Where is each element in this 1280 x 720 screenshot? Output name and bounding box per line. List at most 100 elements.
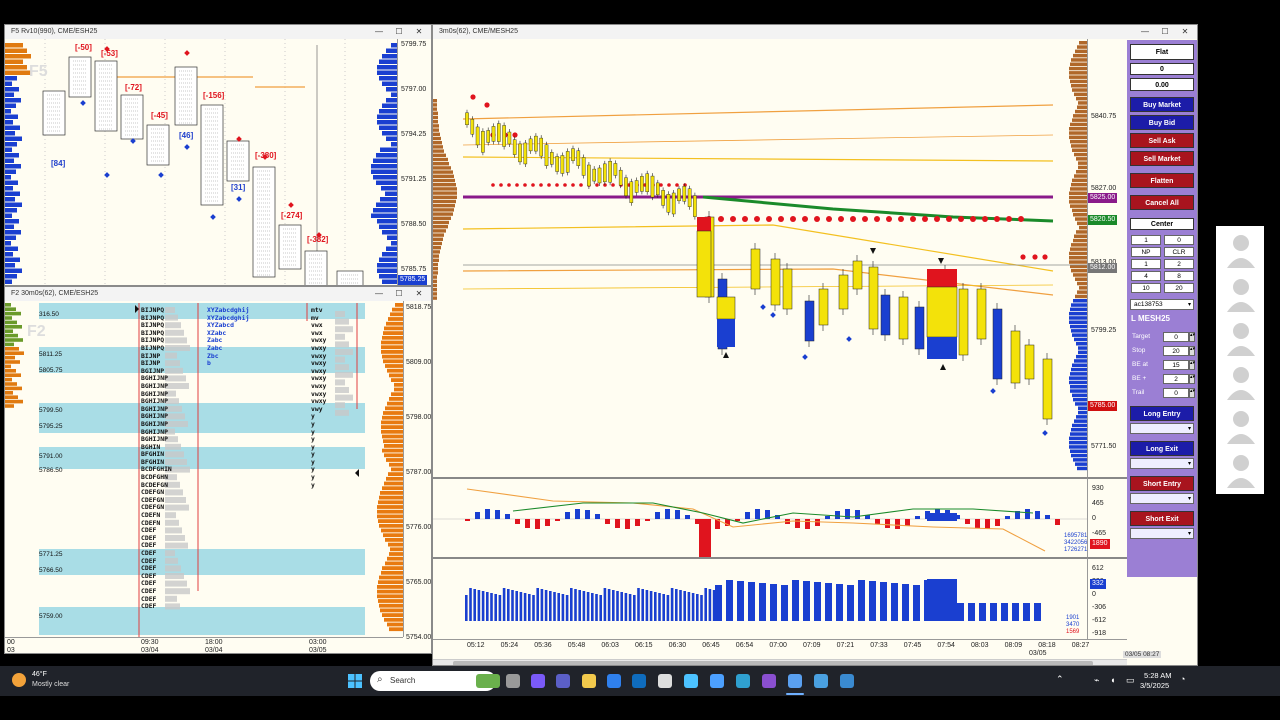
- quantity-grid-cell[interactable]: 8: [1164, 271, 1194, 281]
- volume-icon[interactable]: ◖: [1110, 675, 1115, 685]
- quantity-grid-cell[interactable]: NP: [1131, 247, 1161, 257]
- maximize-icon[interactable]: ☐: [391, 287, 407, 301]
- trading-app-icon[interactable]: [840, 674, 854, 688]
- field-input-target[interactable]: 0: [1163, 332, 1189, 342]
- horizontal-scrollbar[interactable]: [433, 659, 1127, 665]
- quantity-grid-cell[interactable]: CLR: [1164, 247, 1194, 257]
- delta-axis[interactable]: 930 465 0 -465 1695781 3422056 1726271 1890: [1064, 477, 1127, 557]
- order-type-select[interactable]: ▾: [1130, 528, 1194, 539]
- price-axis[interactable]: 5799.75 5797.00 5794.25 5791.25 5788.50 5785.…: [397, 39, 431, 285]
- minimize-icon[interactable]: —: [1137, 25, 1153, 39]
- account-select[interactable]: ac138753 ▾: [1130, 299, 1194, 310]
- main-price-axis[interactable]: 5840.755827.005813.005799.255771.505825.…: [1087, 39, 1127, 477]
- order-type-select[interactable]: ▾: [1130, 423, 1194, 434]
- weather-temp[interactable]: 46°F: [32, 671, 47, 678]
- order-type-select[interactable]: ▾: [1130, 458, 1194, 469]
- notification-bell-icon[interactable]: ◔: [1180, 674, 1185, 684]
- maximize-icon[interactable]: ☐: [1157, 25, 1173, 39]
- panel-button-flatten[interactable]: Flatten: [1130, 173, 1194, 188]
- visual-studio-icon[interactable]: [762, 674, 776, 688]
- panel-button-cancel-all[interactable]: Cancel All: [1130, 195, 1194, 210]
- weather-desc[interactable]: Mostly clear: [32, 681, 69, 688]
- main-time-axis[interactable]: 05:12 05:24 05:36 05:48 06:03 06:15 06:30 06:45…: [433, 639, 1127, 659]
- panel-button-sell-market[interactable]: Sell Market: [1130, 151, 1194, 166]
- volume-axis[interactable]: 6123060-306-612-918190134701569332: [1066, 557, 1127, 639]
- volume-profile-bar: [373, 208, 397, 213]
- tpo-time-label: 09:30: [141, 639, 159, 646]
- field-input-be[interactable]: 2: [1163, 374, 1189, 384]
- center-button[interactable]: Center: [1130, 218, 1194, 230]
- signal-dot: [531, 183, 535, 187]
- minimize-icon[interactable]: —: [371, 287, 387, 301]
- outlook-icon[interactable]: [632, 674, 646, 688]
- panel-button-short-entry[interactable]: Short Entry: [1130, 476, 1194, 491]
- active-app-icon[interactable]: [788, 674, 802, 688]
- start-button-windows-icon[interactable]: [348, 674, 362, 688]
- field-input-trail[interactable]: 0: [1163, 388, 1189, 398]
- volume-panel[interactable]: [433, 557, 1087, 639]
- tray-overflow-chevron-icon[interactable]: ⌃: [1056, 674, 1064, 685]
- position-status: Flat: [1130, 44, 1194, 60]
- landscape-icon[interactable]: [476, 674, 500, 688]
- tpo-price-axis[interactable]: 5818.75 5809.00 5798.00 5787.00 5776.00 5765.…: [403, 301, 431, 641]
- footprint-window-title[interactable]: F5 Rv10(990), CME/ESH25: [5, 25, 431, 39]
- quantity-grid-cell[interactable]: 4: [1131, 271, 1161, 281]
- stepper-chevron-icon[interactable]: ▴▾: [1189, 332, 1195, 342]
- quantity-grid-cell[interactable]: 1: [1131, 259, 1161, 269]
- remote-desktop-icon[interactable]: [814, 674, 828, 688]
- edge-copilot-icon[interactable]: [684, 674, 698, 688]
- footprint-chart-area[interactable]: F5 [84] [-50] [-53] [-72] [-45] [46] [-156] [31…: [5, 39, 397, 285]
- panel-button-sell-ask[interactable]: Sell Ask: [1130, 133, 1194, 148]
- main-chart-window[interactable]: 3m0s(62), CME/MESH25 — ☐ ✕ 5840.75 5827.0…: [432, 24, 1198, 666]
- teams-icon[interactable]: [556, 674, 570, 688]
- session-profile-bar: [1072, 118, 1087, 122]
- order-type-select[interactable]: ▾: [1130, 493, 1194, 504]
- delta-panel[interactable]: [433, 477, 1087, 557]
- trade-control-panel[interactable]: Flat 0 0.00 Buy Market Buy Bid Sell Ask Sel…: [1127, 40, 1197, 577]
- delta-bar: [985, 519, 990, 529]
- panel-button-short-exit[interactable]: Short Exit: [1130, 511, 1194, 526]
- battery-icon[interactable]: ▭: [1126, 675, 1135, 686]
- network-icon[interactable]: ⌁: [1094, 675, 1099, 686]
- quantity-grid-cell[interactable]: 20: [1164, 283, 1194, 293]
- close-icon[interactable]: ✕: [411, 287, 427, 301]
- file-explorer-icon[interactable]: [582, 674, 596, 688]
- weather-icon[interactable]: [12, 673, 26, 687]
- maximize-icon[interactable]: ☐: [391, 25, 407, 39]
- field-input-stop[interactable]: 20: [1163, 346, 1189, 356]
- footprint-window[interactable]: F5 Rv10(990), CME/ESH25 — ☐ ✕ F5 [84] [-5…: [4, 24, 432, 286]
- quantity-grid-cell[interactable]: 1: [1131, 235, 1161, 245]
- close-icon[interactable]: ✕: [1177, 25, 1193, 39]
- tpo-profile-bar: [5, 307, 16, 311]
- task-view-icon[interactable]: [506, 674, 520, 688]
- panel-button-buy-bid[interactable]: Buy Bid: [1130, 115, 1194, 130]
- minimize-icon[interactable]: —: [371, 25, 387, 39]
- price-chart-area[interactable]: [433, 39, 1087, 477]
- close-icon[interactable]: ✕: [411, 25, 427, 39]
- clock-time[interactable]: 5:28 AM: [1144, 671, 1172, 680]
- stepper-chevron-icon[interactable]: ▴▾: [1189, 374, 1195, 384]
- quantity-grid-cell[interactable]: 2: [1164, 259, 1194, 269]
- clock-date[interactable]: 3/5/2025: [1140, 681, 1169, 690]
- tpo-chart-area[interactable]: F2 BIJNPQ BIJNPQ BIJNPQ BIJNPQ BIJNPQ BI…: [5, 301, 403, 637]
- panel-button-long-exit[interactable]: Long Exit: [1130, 441, 1194, 456]
- stepper-chevron-icon[interactable]: ▴▾: [1189, 388, 1195, 398]
- tpo-time-axis[interactable]: 00 03 09:30 03/04 18:00 03/04 03:00 03/05: [5, 637, 403, 653]
- field-input-beat[interactable]: 15: [1163, 360, 1189, 370]
- quantity-grid-cell[interactable]: 0: [1164, 235, 1194, 245]
- photos-icon[interactable]: [710, 674, 724, 688]
- mail-icon[interactable]: [607, 674, 621, 688]
- stepper-chevron-icon[interactable]: ▴▾: [1189, 346, 1195, 356]
- volume-profile-bar: [380, 147, 397, 152]
- edge-icon[interactable]: [736, 674, 750, 688]
- tpo-volume-bar: [335, 326, 353, 333]
- main-window-title[interactable]: 3m0s(62), CME/MESH25: [433, 25, 1197, 39]
- quantity-grid-cell[interactable]: 10: [1131, 283, 1161, 293]
- stepper-chevron-icon[interactable]: ▴▾: [1189, 360, 1195, 370]
- tpo-window[interactable]: F2 30m0s(62), CME/ESH25 — ☐ ✕ F2 BIJNPQ …: [4, 286, 432, 654]
- panel-button-long-entry[interactable]: Long Entry: [1130, 406, 1194, 421]
- panel-button-buy-market[interactable]: Buy Market: [1130, 97, 1194, 112]
- tpo-window-title[interactable]: F2 30m0s(62), CME/ESH25: [5, 287, 431, 301]
- chatgpt-icon[interactable]: [658, 674, 672, 688]
- copilot-icon[interactable]: [531, 674, 545, 688]
